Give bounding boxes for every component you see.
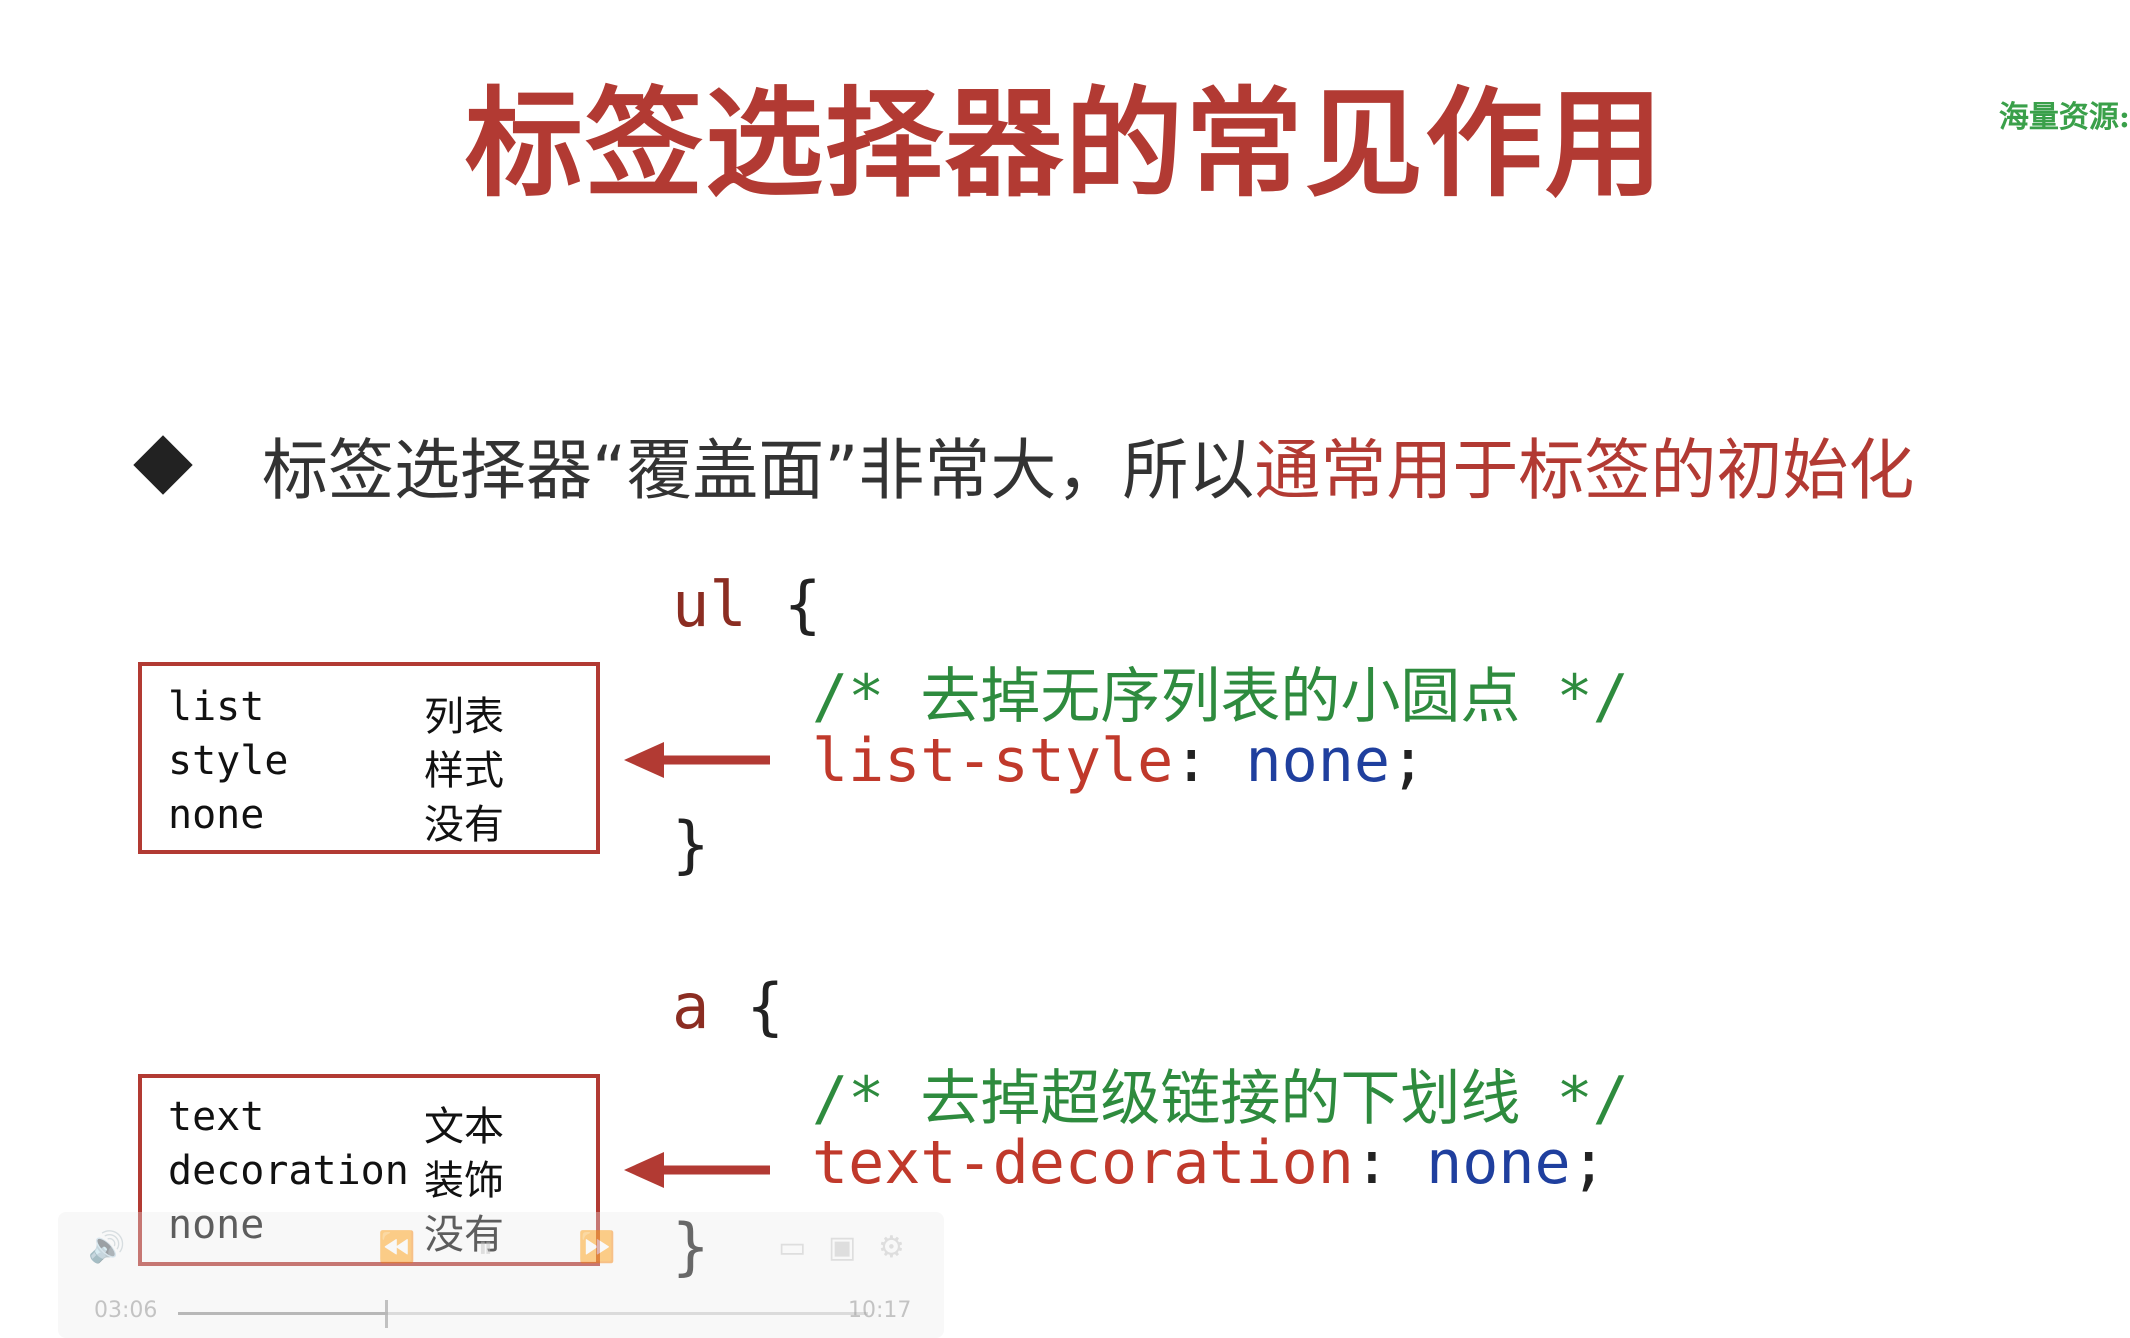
code-a-semicolon: ; — [1570, 1128, 1607, 1198]
subtitle-icon[interactable]: ▭ — [778, 1230, 806, 1265]
box-row-chinese: 列表 — [424, 694, 504, 740]
code-ul-value: none — [1245, 726, 1390, 796]
code-ul-property: list-style — [812, 726, 1174, 796]
screen-icon[interactable]: ▣ — [828, 1230, 856, 1265]
box-row: list 列表 — [168, 684, 504, 740]
arrow-left-icon — [624, 1152, 770, 1188]
code-ul-open-brace: { — [783, 568, 822, 641]
code-ul-colon: : — [1173, 726, 1210, 796]
box-row-chinese: 装饰 — [424, 1158, 504, 1204]
code-ul-selector-line: ul { — [672, 568, 821, 641]
volume-icon[interactable]: 🔊 — [88, 1230, 125, 1265]
box-row: none 没有 — [168, 792, 504, 848]
bullet-line: 标签选择器“覆盖面”非常大，所以通常用于标签的初始化 — [130, 420, 1914, 510]
current-time: 03:06 — [94, 1298, 158, 1323]
code-a-colon: : — [1353, 1128, 1390, 1198]
settings-icon[interactable]: ⚙ — [878, 1230, 905, 1265]
code-a-comment: /* 去掉超级链接的下划线 */ — [812, 1064, 1629, 1134]
arrow-left-icon — [624, 742, 770, 778]
video-player-controls[interactable]: 🔊 ⏪ ⏸ ⏩ ▭ ▣ ⚙ 03:06 10:17 — [58, 1212, 944, 1338]
code-ul-selector: ul — [672, 568, 747, 641]
bullet-text-highlight: 通常用于标签的初始化 — [1254, 432, 1915, 509]
code-a-selector-line: a { — [672, 970, 784, 1043]
code-a-selector: a — [672, 970, 710, 1043]
box-row-english: list — [168, 684, 265, 730]
progress-handle[interactable] — [385, 1300, 388, 1328]
pause-icon[interactable]: ⏸ — [478, 1230, 493, 1265]
progress-track[interactable] — [178, 1300, 868, 1328]
code-a-value: none — [1426, 1128, 1571, 1198]
code-a-property: text-decoration — [812, 1128, 1354, 1198]
bullet-text: 标签选择器“覆盖面”非常大，所以通常用于标签的初始化 — [262, 417, 1914, 513]
forward-icon[interactable]: ⏩ — [578, 1230, 615, 1265]
total-time: 10:17 — [848, 1298, 912, 1323]
code-ul-declaration: list-style: none; — [812, 726, 1426, 796]
bullet-text-plain: 标签选择器“覆盖面”非常大，所以 — [262, 432, 1255, 509]
translation-box-list-style: list 列表 style 样式 none 没有 — [138, 662, 600, 854]
rewind-icon[interactable]: ⏪ — [378, 1230, 415, 1265]
watermark-text: 海量资源: — [1998, 100, 2130, 135]
code-ul-comment: /* 去掉无序列表的小圆点 */ — [812, 662, 1629, 732]
box-row: decoration 装饰 — [168, 1148, 504, 1204]
box-row-chinese: 没有 — [424, 802, 504, 848]
box-row-chinese: 样式 — [424, 748, 504, 794]
progress-fill — [178, 1312, 385, 1315]
box-row-english: decoration — [168, 1148, 409, 1194]
box-row: style 样式 — [168, 738, 504, 794]
box-row: text 文本 — [168, 1094, 504, 1150]
code-ul-semicolon: ; — [1389, 726, 1427, 796]
diamond-bullet-icon — [133, 435, 193, 495]
box-row-english: style — [168, 738, 289, 784]
box-row-english: none — [168, 792, 265, 838]
slide-title: 标签选择器的常见作用 — [464, 75, 1665, 213]
code-ul-close-brace: } — [672, 808, 710, 881]
box-row-english: text — [168, 1094, 265, 1140]
box-row-chinese: 文本 — [424, 1104, 504, 1150]
code-a-open-brace: { — [746, 970, 784, 1043]
code-a-declaration: text-decoration: none; — [812, 1128, 1607, 1198]
